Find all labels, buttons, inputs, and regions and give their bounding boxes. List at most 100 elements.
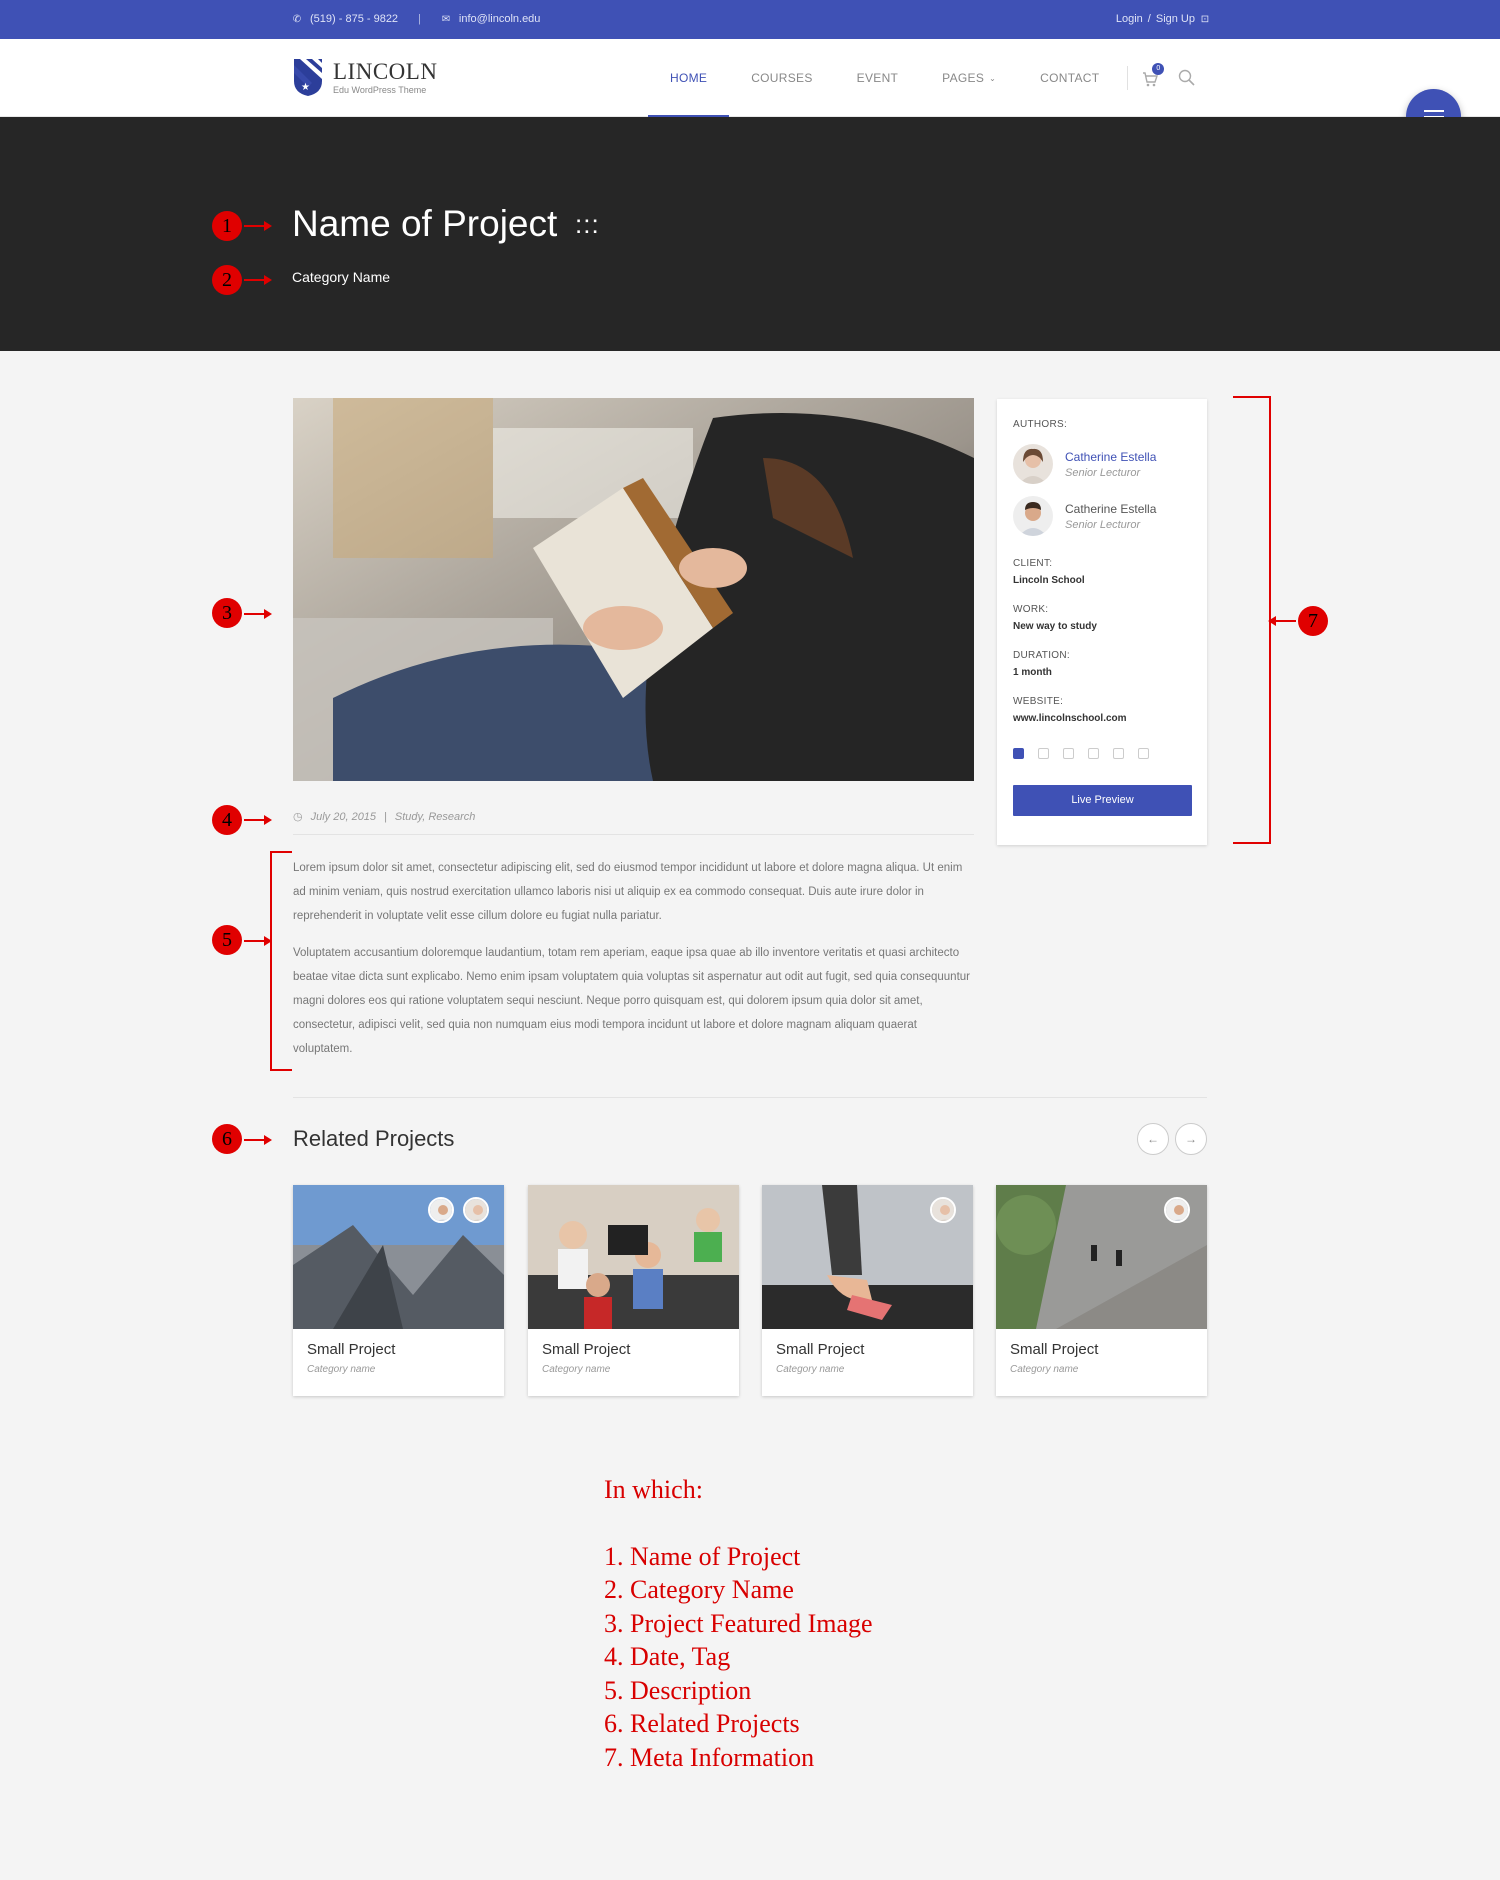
legend-item: 4. Date, Tag [604,1642,731,1671]
legend-item: 6. Related Projects [604,1709,800,1738]
hamburger-icon-line [1423,109,1444,112]
top-bar: ✆ (519) - 875 - 9822 | ✉ info@lincoln.ed… [0,0,1500,39]
post-date: July 20, 2015 [310,810,377,823]
dots-ornament: ::: [575,209,600,239]
email-link[interactable]: info@lincoln.edu [459,13,541,25]
annotation-legend: In which: 1. Name of Project 2. Category… [604,1473,873,1774]
svg-text:★: ★ [301,82,310,93]
work-value: New way to study [1013,621,1097,632]
project-meta-box: AUTHORS: Catherine Estella Senior Lectur… [997,399,1207,845]
annotation-marker-4: 4 [212,805,242,835]
annotation-arrow [244,609,272,619]
divider: | [418,13,421,25]
nav-courses[interactable]: COURSES [729,39,834,117]
author-item[interactable]: Catherine Estella Senior Lecturor [1013,444,1191,484]
author-item[interactable]: Catherine Estella Senior Lecturor [1013,496,1191,536]
auth-links: Login / Sign Up ⊡ [1116,13,1210,25]
project-thumbnail [762,1185,973,1329]
description-paragraph: Voluptatem accusantium doloremque laudan… [293,947,970,1055]
avatar [930,1197,956,1223]
social-links [1013,748,1191,759]
signup-link[interactable]: Sign Up [1156,13,1195,25]
cart-count-badge: 0 [1152,63,1165,75]
avatar [428,1197,454,1223]
related-project-card[interactable]: Small Project Category name [293,1185,504,1396]
site-header: ★ LINCOLN Edu WordPress Theme HOME COURS… [0,39,1500,118]
author-name[interactable]: Catherine Estella [1065,450,1156,464]
legend-item: 2. Category Name [604,1575,794,1604]
search-icon[interactable] [1178,69,1196,87]
login-link[interactable]: Login [1116,13,1143,25]
nav-event[interactable]: EVENT [835,39,921,117]
annotation-bracket-meta [1233,396,1271,844]
duration-value: 1 month [1013,667,1052,678]
project-title: Name of Project [292,203,558,244]
related-project-card[interactable]: Small Project Category name [762,1185,973,1396]
client-value: Lincoln School [1013,575,1085,586]
pinterest-icon[interactable] [1113,748,1124,759]
card-title[interactable]: Small Project [528,1329,739,1358]
facebook-icon[interactable] [1038,748,1049,759]
post-tags[interactable]: Study, Research [395,811,476,823]
card-title[interactable]: Small Project [996,1329,1207,1358]
work-label: WORK: [1013,604,1049,615]
card-title[interactable]: Small Project [762,1329,973,1358]
avatar [1164,1197,1190,1223]
nav-divider [1127,66,1129,90]
annotation-arrow [244,815,272,825]
project-thumbnail [293,1185,504,1329]
annotation-marker-7: 7 [1298,606,1328,636]
website-link[interactable]: www.lincolnschool.com [1013,713,1191,724]
prev-arrow-button[interactable]: ← [1137,1123,1169,1155]
card-category: Category name [1010,1364,1079,1375]
project-category[interactable]: Category Name [292,269,390,285]
logo[interactable]: ★ LINCOLN Edu WordPress Theme [292,57,437,97]
next-arrow-button[interactable]: → [1175,1123,1207,1155]
annotation-bracket-description [270,851,292,1071]
annotation-marker-2: 2 [212,265,242,295]
author-name[interactable]: Catherine Estella [1065,502,1156,516]
nav-pages-label: PAGES [942,71,985,85]
linkedin-icon[interactable] [1088,748,1099,759]
twitter-icon[interactable] [1013,748,1024,759]
live-preview-button[interactable]: Live Preview [1013,785,1192,816]
legend-item: 1. Name of Project [604,1541,801,1571]
post-meta: ◷ July 20, 2015 | Study, Research [293,810,476,824]
annotation-marker-1: 1 [212,211,242,241]
annotation-arrow [244,936,272,946]
related-project-card[interactable]: Small Project Category name [996,1185,1207,1396]
legend-item: 7. Meta Information [604,1742,815,1772]
meta-separator: | [384,810,387,823]
annotation-arrow [244,221,272,231]
sign-in-icon[interactable]: ⊡ [1200,14,1210,25]
description-paragraph: Lorem ipsum dolor sit amet, consectetur … [293,862,963,922]
cart-button[interactable]: 0 [1142,63,1165,89]
project-thumbnail [528,1185,739,1329]
annotation-arrow [244,1135,272,1145]
nav-pages[interactable]: PAGES ⌄ [920,39,1018,117]
card-category: Category name [776,1364,845,1375]
phone-icon: ✆ [292,13,302,25]
legend-heading: In which: [604,1475,703,1504]
avatar [1013,496,1053,536]
instagram-icon[interactable] [1138,748,1149,759]
divider [293,1097,1207,1098]
logo-title: LINCOLN [333,58,438,84]
annotation-marker-3: 3 [212,598,242,628]
related-projects-title: Related Projects [293,1126,455,1151]
related-project-card[interactable]: Small Project Category name [528,1185,739,1396]
annotation-arrow [1268,616,1296,626]
card-category: Category name [542,1364,611,1375]
project-featured-image [293,398,974,781]
card-title[interactable]: Small Project [293,1329,504,1358]
nav-contact[interactable]: CONTACT [1018,39,1121,117]
legend-item: 5. Description [604,1675,752,1705]
phone-number: (519) - 875 - 9822 [310,13,399,25]
duration-label: DURATION: [1013,650,1070,661]
shield-logo-icon: ★ [294,59,322,96]
author-role: Senior Lecturor [1065,466,1141,479]
work-field: WORK: New way to study [1013,604,1191,632]
nav-home[interactable]: HOME [648,39,730,118]
logo-subtitle: Edu WordPress Theme [333,84,427,95]
google-plus-icon[interactable] [1063,748,1074,759]
